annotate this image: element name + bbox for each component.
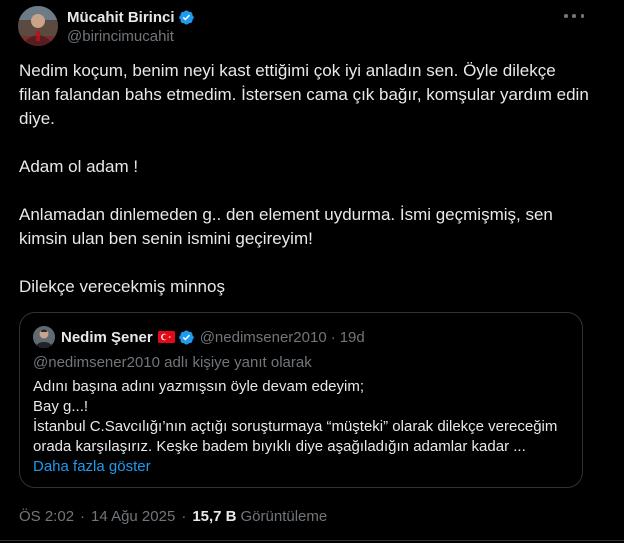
- quote-line: İstanbul C.Savcılığı’nın açtığı soruştur…: [33, 418, 558, 455]
- quote-line: Bay g...!: [33, 398, 89, 415]
- turkey-flag-icon: [157, 331, 175, 343]
- quote-author-avatar: [33, 326, 55, 348]
- verified-badge-icon: [178, 330, 194, 344]
- tweet-paragraph: Nedim koçum, benim neyi kast ettiğimi ço…: [19, 61, 589, 128]
- quote-body: Adını başına adını yazmışsın öyle devam …: [33, 377, 573, 457]
- quote-reply-context: @nedimsener2010 adlı kişiye yanıt olarak: [33, 354, 312, 371]
- verified-badge-icon: [178, 10, 194, 24]
- show-more-link[interactable]: Daha fazla göster: [33, 458, 151, 475]
- avatar-image: [18, 6, 58, 46]
- author-avatar[interactable]: [18, 6, 58, 46]
- quote-author-handle[interactable]: @nedimsener2010: [200, 329, 327, 346]
- tweet-paragraph: Dilekçe verecekmiş minnoş: [19, 277, 225, 296]
- views-count: 15,7 B: [192, 508, 237, 525]
- author-handle[interactable]: @birincimucahit: [67, 28, 174, 45]
- author-name-row: Mücahit Birinci: [67, 7, 195, 27]
- tweet-body: Nedim koçum, benim neyi kast ettiğimi ço…: [19, 59, 589, 299]
- tweet-time[interactable]: ÖS 2:02: [19, 508, 74, 525]
- quote-separator: ·: [330, 328, 336, 346]
- tweet-date[interactable]: 14 Ağu 2025: [91, 508, 175, 525]
- quote-header: Nedim Şener @nedimsener2010 · 19d: [33, 326, 365, 348]
- quote-timestamp[interactable]: 19d: [340, 329, 365, 346]
- more-horizontal-icon[interactable]: [564, 8, 584, 24]
- quote-line: Adını başına adını yazmışsın öyle devam …: [33, 378, 365, 395]
- divider: [0, 540, 624, 541]
- meta-separator: ·: [80, 508, 86, 525]
- quoted-tweet-card[interactable]: Nedim Şener @nedimsener2010 · 19d @nedim…: [19, 312, 583, 488]
- views-label: Görüntüleme: [240, 508, 328, 525]
- quote-author-name[interactable]: Nedim Şener: [61, 329, 153, 346]
- tweet-paragraph: Adam ol adam !: [19, 157, 139, 176]
- author-display-name[interactable]: Mücahit Birinci: [67, 9, 175, 26]
- meta-separator: ·: [181, 508, 187, 525]
- tweet-meta: ÖS 2:02 · 14 Ağu 2025 · 15,7 B Görüntüle…: [19, 508, 327, 525]
- tweet: Mücahit Birinci @birincimucahit Nedim ko…: [0, 0, 624, 543]
- quote-avatar-image: [33, 326, 55, 348]
- tweet-paragraph: Anlamadan dinlemeden g.. den element uyd…: [19, 205, 553, 248]
